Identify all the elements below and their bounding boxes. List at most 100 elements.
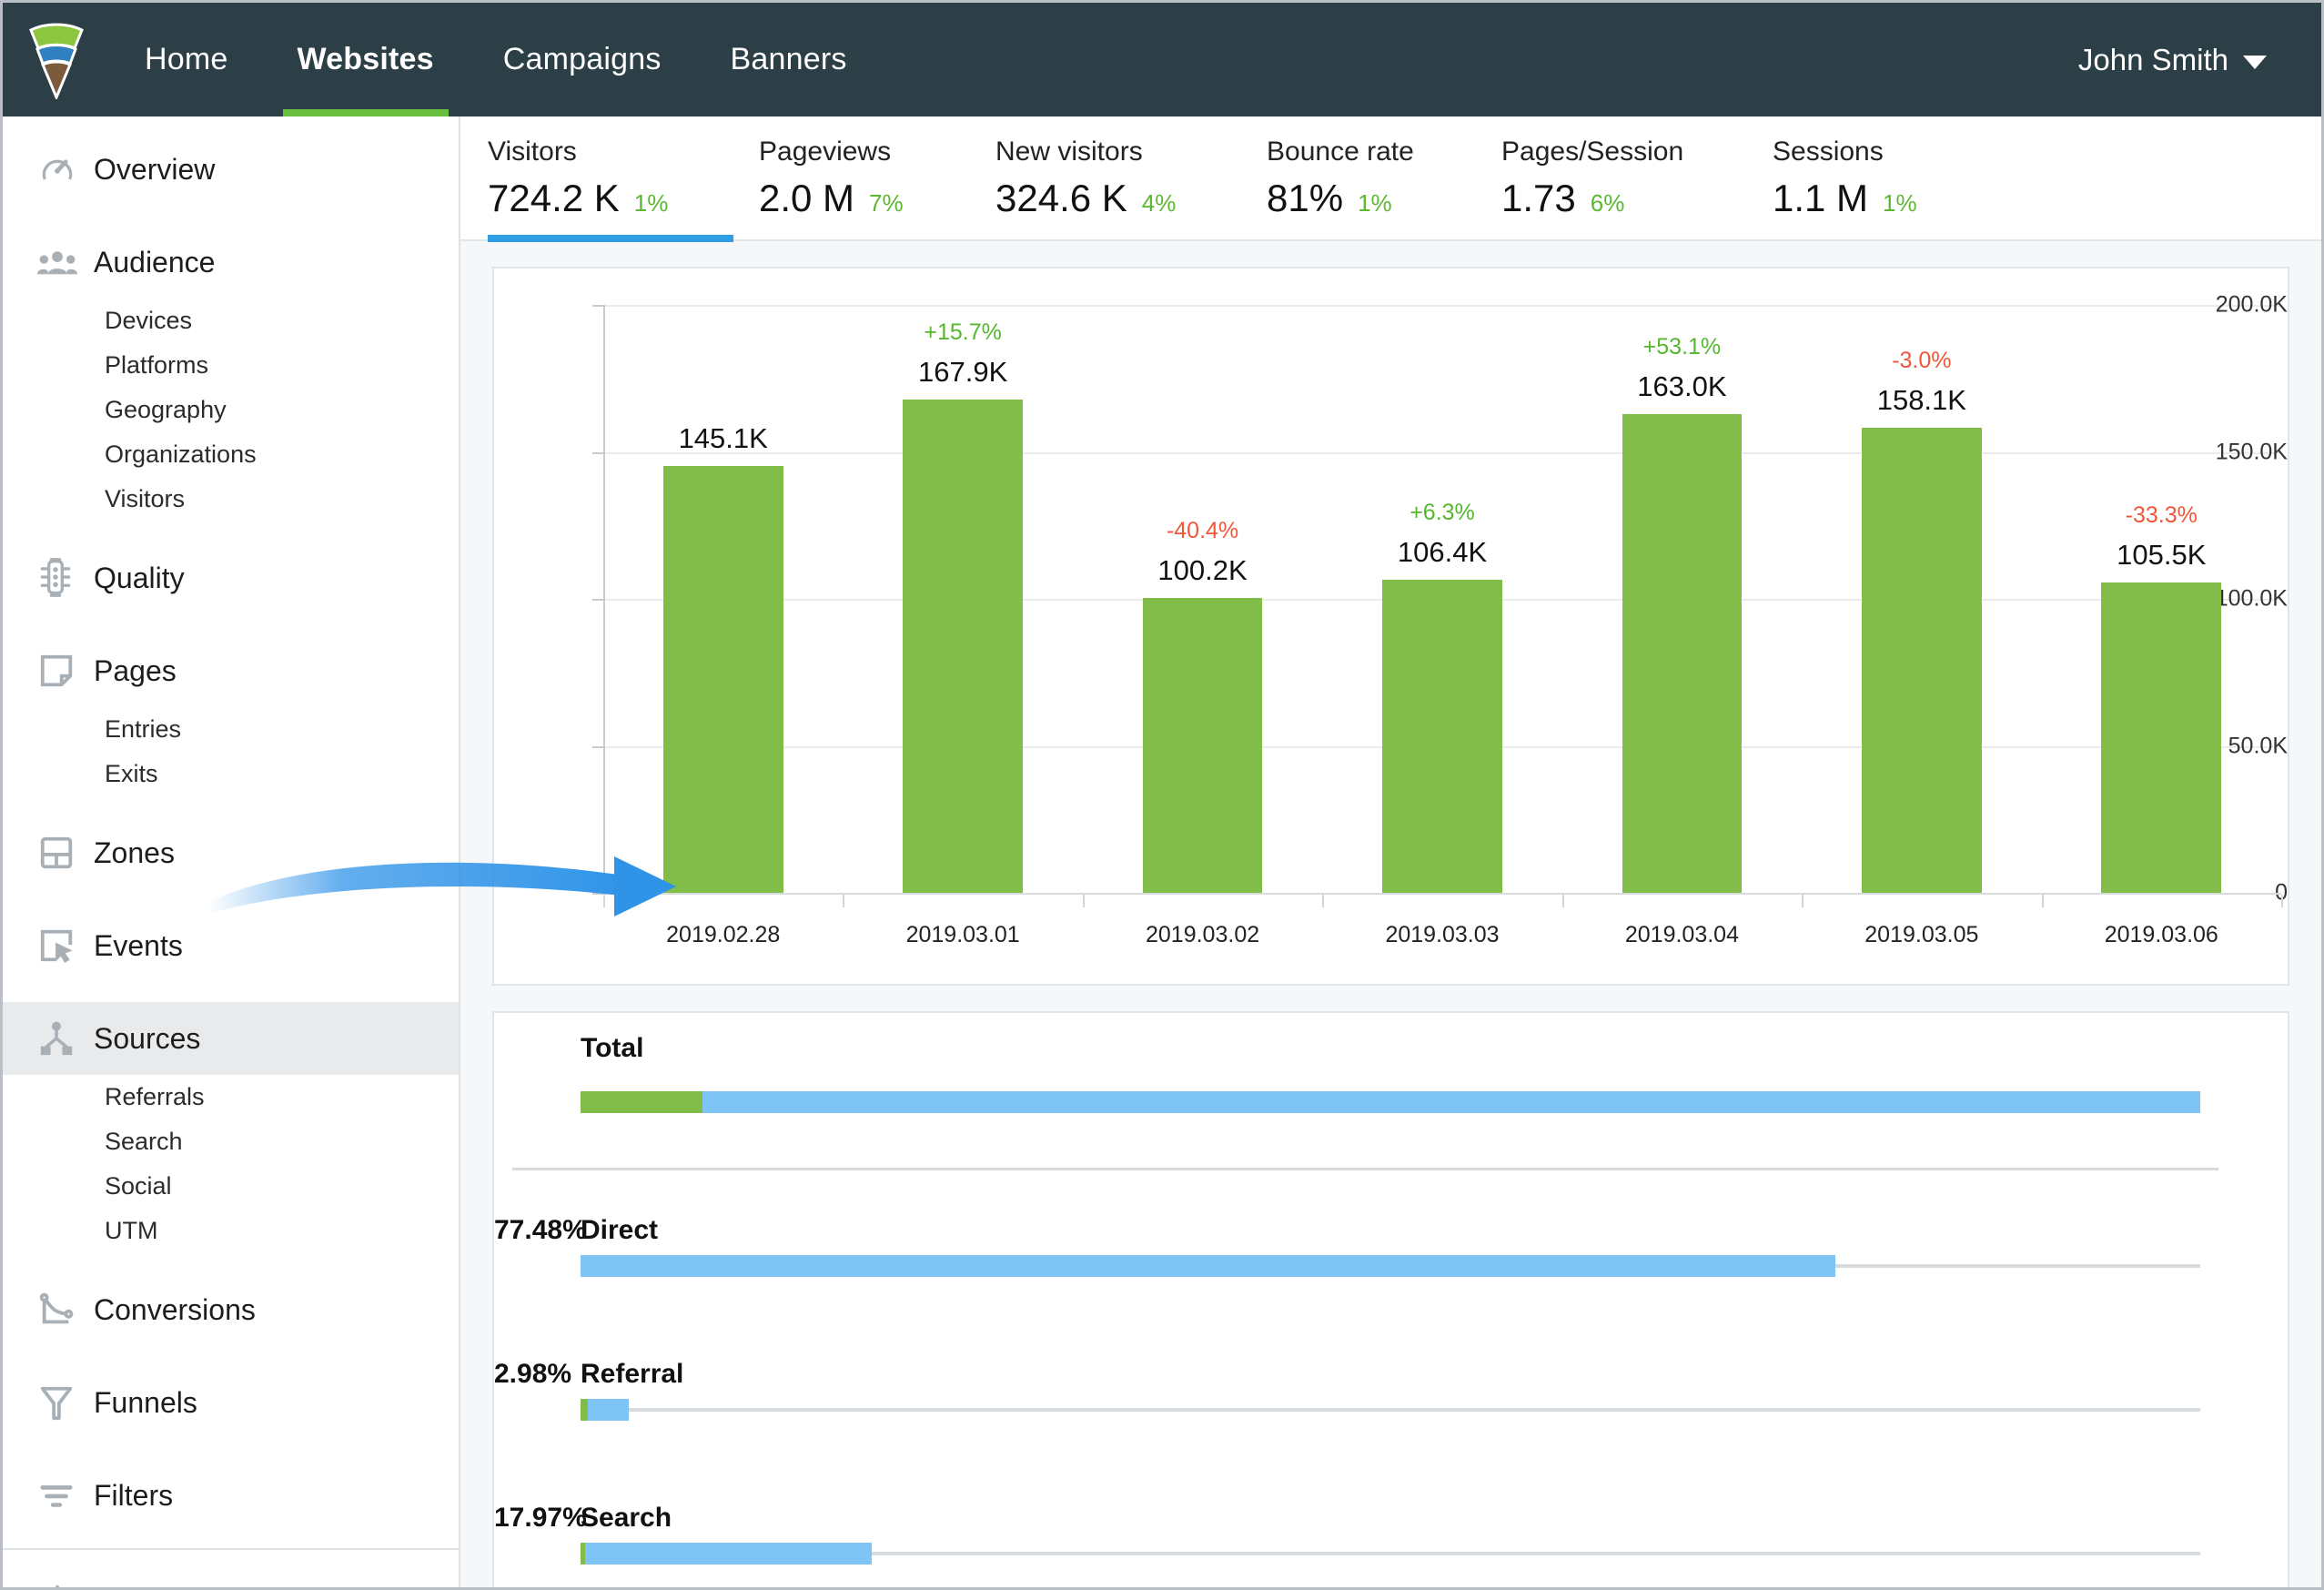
- nav-label: Websites: [297, 42, 434, 76]
- bar-value-label: 158.1K: [1876, 384, 1966, 417]
- x-axis-tick-label: 2019.03.02: [1146, 922, 1260, 947]
- sidebar-item-search[interactable]: Search: [3, 1119, 459, 1164]
- sidebar-item-filters[interactable]: Filters: [3, 1459, 459, 1532]
- funnel-icon: [37, 1383, 94, 1422]
- kpi-delta: 6%: [1590, 189, 1625, 217]
- sidebar-item-exits[interactable]: Exits: [3, 752, 459, 796]
- sidebar-sublabel: Entries: [105, 715, 182, 743]
- kpi-bounce-rate[interactable]: Bounce rate 81% 1%: [1267, 137, 1494, 220]
- x-axis-tick-mark: [1082, 895, 1085, 907]
- source-percent: 17.97%: [494, 1503, 587, 1533]
- kpi-label: New visitors: [995, 137, 1143, 167]
- sidebar-label: Zones: [94, 836, 175, 869]
- sidebar-item-overview[interactable]: Overview: [3, 133, 459, 206]
- nav-item-banners[interactable]: Banners: [696, 3, 882, 116]
- kpi-delta: 7%: [869, 189, 904, 217]
- sidebar-sublabel: Geography: [105, 396, 227, 423]
- sidebar-item-sources[interactable]: Sources: [3, 1002, 459, 1075]
- sidebar-item-devices[interactable]: Devices: [3, 299, 459, 343]
- x-axis-tick-label: 2019.03.04: [1624, 922, 1739, 947]
- kpi-pages-per-session[interactable]: Pages/Session 1.73 6%: [1501, 137, 1765, 220]
- y-axis-tick-label: 150.0K: [2215, 439, 2288, 464]
- x-axis-tick-mark: [843, 895, 845, 907]
- chart-bar[interactable]: [2101, 582, 2222, 893]
- sidebar-label: Filters: [94, 1478, 174, 1512]
- page-icon: [37, 652, 94, 690]
- sidebar-item-visitors[interactable]: Visitors: [3, 477, 459, 522]
- chart-bar[interactable]: [1142, 598, 1263, 893]
- user-name: John Smith: [2077, 42, 2228, 76]
- kpi-label: Bounce rate: [1267, 137, 1414, 167]
- bar-value-label: 105.5K: [2117, 539, 2207, 572]
- kpi-value: 1.1 M: [1773, 177, 1869, 219]
- bar-change-label: -33.3%: [2125, 502, 2198, 529]
- sidebar-item-utm[interactable]: UTM: [3, 1209, 459, 1253]
- sidebar-item-pages[interactable]: Pages: [3, 634, 459, 707]
- x-axis-tick-label: 2019.03.03: [1385, 922, 1500, 947]
- sidebar-sublabel: Platforms: [105, 351, 209, 379]
- sidebar-item-zones[interactable]: Zones: [3, 816, 459, 889]
- sidebar-item-quality[interactable]: Quality: [3, 542, 459, 614]
- kpi-sessions[interactable]: Sessions 1.1 M 1%: [1773, 137, 2000, 220]
- kpi-label: Pageviews: [759, 137, 892, 167]
- main-content: Visitors 724.2 K 1% Pageviews 2.0 M 7% N…: [460, 116, 2321, 1587]
- sidebar-item-social[interactable]: Social: [3, 1164, 459, 1209]
- y-axis-tick-mark: [592, 893, 603, 895]
- sidebar-item-organizations[interactable]: Organizations: [3, 432, 459, 477]
- nav-label: Campaigns: [502, 42, 662, 76]
- x-axis-tick-mark: [1561, 895, 1564, 907]
- sidebar-item-events[interactable]: Events: [3, 909, 459, 982]
- sidebar-item-referrals[interactable]: Referrals: [3, 1075, 459, 1119]
- chart-bar[interactable]: [1622, 413, 1743, 893]
- sidebar-label: Conversions: [94, 1292, 256, 1326]
- sidebar-item-entries[interactable]: Entries: [3, 707, 459, 752]
- kpi-value: 81%: [1267, 177, 1344, 219]
- sidebar-item-settings[interactable]: Settings: [3, 1566, 459, 1587]
- bar-value-label: 106.4K: [1397, 536, 1488, 569]
- x-axis-tick-mark: [2281, 895, 2283, 907]
- total-all-traffic-segment[interactable]: [581, 1091, 2200, 1113]
- source-all-traffic-bar[interactable]: [581, 1543, 872, 1565]
- source-utm-bar[interactable]: [581, 1399, 588, 1421]
- nav-item-websites[interactable]: Websites: [263, 3, 469, 116]
- source-label: Direct: [581, 1215, 659, 1245]
- kpi-new-visitors[interactable]: New visitors 324.6 K 4%: [995, 137, 1259, 220]
- main-nav-items: Home Websites Campaigns Banners: [110, 3, 882, 116]
- bar-chart[interactable]: 0 50.0K 100.0K 150.0K 200.0K 145.1K 2019.02.28…: [494, 268, 2288, 984]
- traffic-sources-chart[interactable]: Total 77.48% Direct 2.98% Referral 17.97% Sear…: [494, 1013, 2288, 1587]
- kpi-pageviews[interactable]: Pageviews 2.0 M 7%: [759, 137, 988, 220]
- sidebar-item-funnels[interactable]: Funnels: [3, 1366, 459, 1439]
- kpi-delta: 4%: [1141, 189, 1177, 217]
- kpi-label: Visitors: [488, 137, 577, 167]
- source-percent: 2.98%: [494, 1359, 572, 1389]
- nav-item-campaigns[interactable]: Campaigns: [469, 3, 696, 116]
- chart-bar[interactable]: [1382, 580, 1502, 893]
- sidebar-sublabel: Search: [105, 1128, 183, 1155]
- sidebar-item-audience[interactable]: Audience: [3, 226, 459, 299]
- chart-gridline: [603, 451, 2281, 454]
- gauge-icon: [37, 149, 94, 189]
- sidebar-item-geography[interactable]: Geography: [3, 388, 459, 432]
- app-logo[interactable]: [3, 21, 110, 99]
- total-utm-segment[interactable]: [581, 1091, 703, 1113]
- source-utm-bar[interactable]: [581, 1543, 585, 1565]
- chart-bar[interactable]: [1862, 428, 1982, 893]
- sidebar-sublabel: Referrals: [105, 1083, 205, 1110]
- nav-item-home[interactable]: Home: [110, 3, 263, 116]
- user-menu[interactable]: John Smith: [2078, 43, 2267, 77]
- sidebar-sublabel: Visitors: [105, 485, 186, 512]
- kpi-visitors[interactable]: Visitors 724.2 K 1%: [488, 137, 752, 242]
- sidebar-divider: [3, 1548, 459, 1550]
- sidebar-item-platforms[interactable]: Platforms: [3, 343, 459, 388]
- chart-bar[interactable]: [662, 466, 783, 893]
- source-all-traffic-bar[interactable]: [581, 1255, 1836, 1277]
- chart-bar[interactable]: [903, 399, 1023, 893]
- kpi-value: 1.73: [1501, 177, 1576, 219]
- sidebar-item-conversions[interactable]: Conversions: [3, 1273, 459, 1346]
- kpi-value: 2.0 M: [759, 177, 855, 219]
- gear-icon: [37, 1583, 94, 1587]
